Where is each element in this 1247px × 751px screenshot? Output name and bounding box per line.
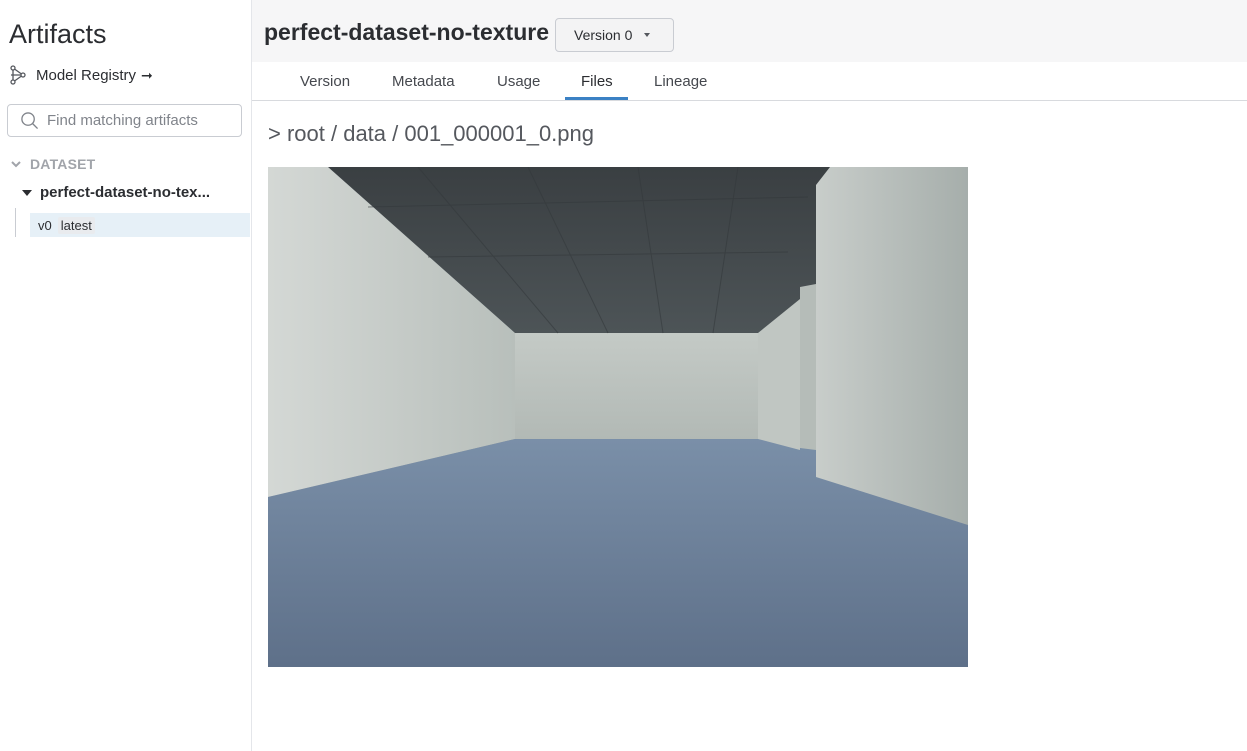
tab-version[interactable]: Version <box>300 73 350 90</box>
dataset-section-toggle[interactable]: DATASET <box>10 156 95 172</box>
model-registry-link[interactable]: Model Registry ➞ <box>9 65 153 85</box>
sidebar-title: Artifacts <box>9 19 107 49</box>
search-icon <box>21 112 39 130</box>
file-breadcrumb: > root / data / 001_000001_0.png <box>268 121 595 146</box>
model-registry-icon <box>10 65 26 85</box>
header: perfect-dataset-no-texture Version 0 <box>252 0 1247 62</box>
sidebar: Artifacts Model Registry ➞ DATASET perfe… <box>0 0 252 751</box>
tab-files[interactable]: Files <box>581 73 613 90</box>
image-preview <box>268 167 968 667</box>
caret-down-icon <box>644 33 651 37</box>
page-title: perfect-dataset-no-texture <box>264 19 549 45</box>
artifact-tree-label: perfect-dataset-no-tex... <box>40 184 211 201</box>
model-registry-label: Model Registry <box>36 66 137 84</box>
tab-lineage[interactable]: Lineage <box>654 73 707 90</box>
section-label: DATASET <box>30 156 96 172</box>
tab-metadata[interactable]: Metadata <box>392 73 455 90</box>
chevron-down-icon <box>11 161 21 168</box>
caret-down-icon <box>22 189 32 196</box>
version-item-v0[interactable]: v0 latest <box>30 213 250 237</box>
artifact-tree-item[interactable]: perfect-dataset-no-tex... <box>22 184 210 201</box>
tab-bar: Version Metadata Usage Files Lineage <box>252 62 1247 101</box>
alias-badge: latest <box>57 216 95 234</box>
tab-usage[interactable]: Usage <box>497 73 540 90</box>
search-input[interactable] <box>47 112 237 129</box>
active-tab-indicator <box>565 97 628 100</box>
artifact-search[interactable] <box>7 104 242 137</box>
version-select-label: Version 0 <box>574 27 633 43</box>
version-select[interactable]: Version 0 <box>555 18 674 52</box>
version-label: v0 <box>38 217 52 233</box>
arrow-right-icon: ➞ <box>141 66 153 83</box>
tree-guide-line <box>15 208 16 237</box>
